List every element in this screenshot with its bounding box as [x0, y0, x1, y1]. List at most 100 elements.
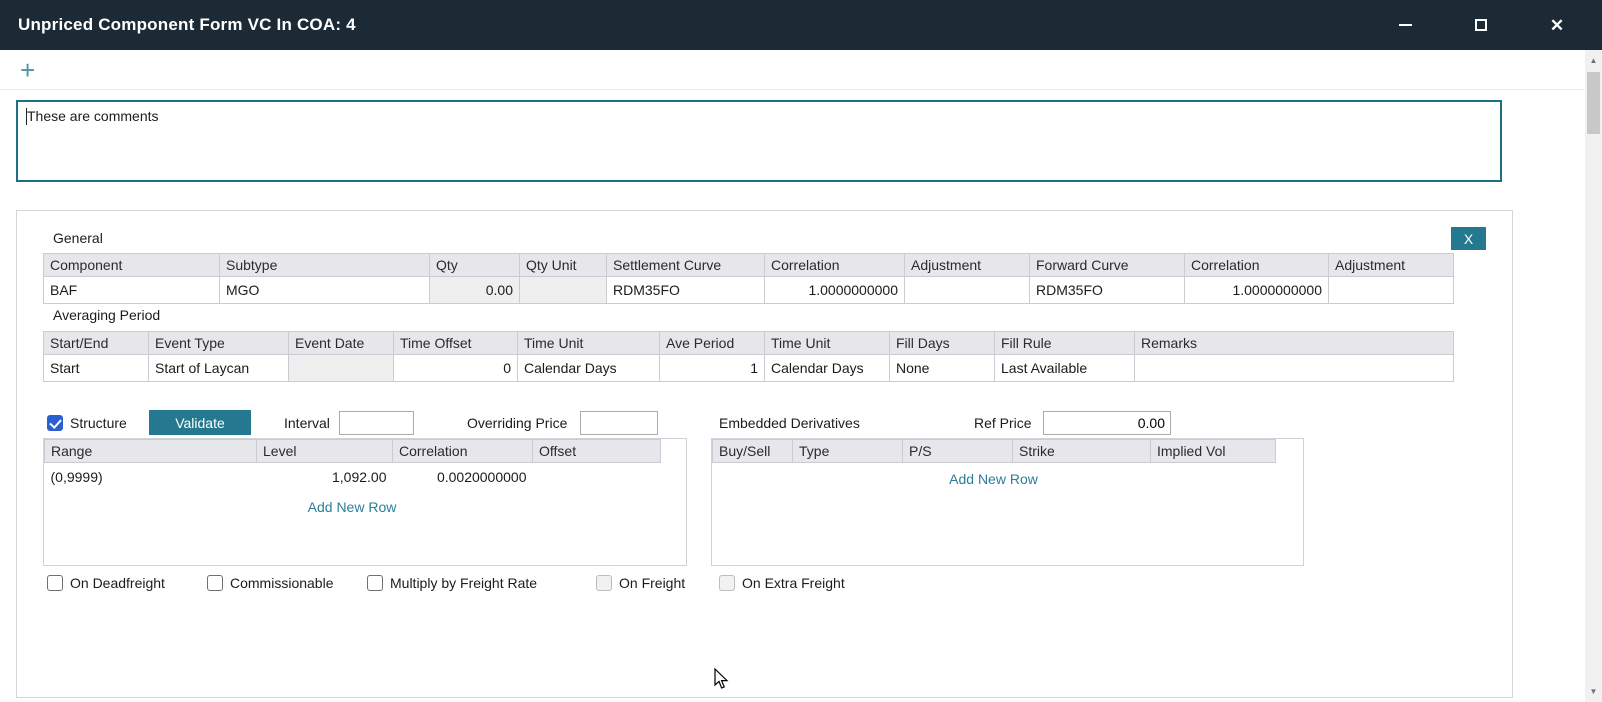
column-header: Correlation	[765, 254, 905, 277]
multiply-by-freight-rate-label: Multiply by Freight Rate	[390, 575, 537, 591]
interval-input[interactable]	[339, 411, 414, 435]
structure-checkbox-group[interactable]: Structure	[47, 411, 127, 435]
on-freight-checkbox	[596, 575, 612, 591]
column-header: P/S	[903, 440, 1013, 463]
derivatives-table-box: Buy/Sell Type P/S Strike Implied Vol Add…	[711, 438, 1304, 566]
overriding-price-label: Overriding Price	[467, 415, 567, 431]
adjustment-cell[interactable]	[905, 277, 1030, 304]
ave-period-cell[interactable]: 1	[660, 355, 765, 382]
column-header: Buy/Sell	[713, 440, 793, 463]
fill-days-cell[interactable]: None	[890, 355, 995, 382]
time-unit-cell[interactable]: Calendar Days	[518, 355, 660, 382]
correlation2-cell[interactable]: 1.0000000000	[1185, 277, 1329, 304]
derivatives-add-new-row-link[interactable]: Add New Row	[712, 471, 1275, 487]
averaging-header-row: Start/End Event Type Event Date Time Off…	[44, 332, 1454, 355]
derivatives-header-row: Buy/Sell Type P/S Strike Implied Vol	[713, 440, 1276, 463]
window-controls: ✕	[1394, 14, 1584, 36]
column-header: Implied Vol	[1151, 440, 1276, 463]
general-table: Component Subtype Qty Qty Unit Settlemen…	[43, 253, 1454, 304]
multiply-by-freight-rate-checkbox[interactable]	[367, 575, 383, 591]
add-icon[interactable]: +	[20, 57, 35, 83]
close-icon: ✕	[1550, 17, 1564, 34]
column-header: Ave Period	[660, 332, 765, 355]
event-date-cell[interactable]	[289, 355, 394, 382]
close-button[interactable]: ✕	[1546, 14, 1568, 36]
comments-textarea[interactable]: These are comments	[18, 102, 1500, 180]
minimize-button[interactable]	[1394, 14, 1416, 36]
averaging-data-row: Start Start of Laycan 0 Calendar Days 1 …	[44, 355, 1454, 382]
fill-rule-cell[interactable]: Last Available	[995, 355, 1135, 382]
structure-checkbox-label: Structure	[70, 415, 127, 431]
time-unit2-cell[interactable]: Calendar Days	[765, 355, 890, 382]
remarks-cell[interactable]	[1135, 355, 1454, 382]
on-extra-freight-label: On Extra Freight	[742, 575, 845, 591]
structure-checkbox[interactable]	[47, 415, 63, 431]
qty-cell[interactable]: 0.00	[430, 277, 520, 304]
time-offset-cell[interactable]: 0	[394, 355, 518, 382]
structure-add-new-row-link[interactable]: Add New Row	[44, 499, 660, 515]
qty-unit-cell[interactable]	[520, 277, 607, 304]
checkbox-on-freight: On Freight	[596, 575, 685, 591]
column-header: Start/End	[44, 332, 149, 355]
remove-component-button[interactable]: X	[1451, 227, 1486, 250]
correlation-cell[interactable]: 1.0000000000	[765, 277, 905, 304]
scroll-up-icon[interactable]: ▲	[1585, 52, 1602, 69]
checkbox-multiply-by-freight-rate[interactable]: Multiply by Freight Rate	[367, 575, 537, 591]
ref-price-input[interactable]	[1043, 411, 1171, 435]
column-header: Fill Rule	[995, 332, 1135, 355]
commissionable-label: Commissionable	[230, 575, 333, 591]
structure-table-box: Range Level Correlation Offset (0,9999) …	[43, 438, 687, 566]
column-header: Settlement Curve	[607, 254, 765, 277]
maximize-button[interactable]	[1470, 14, 1492, 36]
event-type-cell[interactable]: Start of Laycan	[149, 355, 289, 382]
adjustment2-cell[interactable]	[1329, 277, 1454, 304]
column-header: Offset	[533, 440, 661, 463]
forward-curve-cell[interactable]: RDM35FO	[1030, 277, 1185, 304]
structure-data-row: (0,9999) 1,092.00 0.0020000000	[45, 463, 661, 491]
general-section-label: General	[53, 230, 103, 246]
checkbox-commissionable[interactable]: Commissionable	[207, 575, 333, 591]
column-header: Qty	[430, 254, 520, 277]
interval-label: Interval	[284, 415, 330, 431]
on-extra-freight-checkbox	[719, 575, 735, 591]
on-deadfreight-checkbox[interactable]	[47, 575, 63, 591]
offset-cell[interactable]	[533, 463, 661, 491]
structure-table: Range Level Correlation Offset (0,9999) …	[44, 439, 661, 491]
scroll-down-icon[interactable]: ▼	[1585, 683, 1602, 700]
scrollbar-thumb[interactable]	[1587, 72, 1600, 134]
column-header: Remarks	[1135, 332, 1454, 355]
column-header: Event Type	[149, 332, 289, 355]
settlement-curve-cell[interactable]: RDM35FO	[607, 277, 765, 304]
column-header: Correlation	[1185, 254, 1329, 277]
column-header: Time Unit	[518, 332, 660, 355]
derivatives-table: Buy/Sell Type P/S Strike Implied Vol	[712, 439, 1276, 463]
commissionable-checkbox[interactable]	[207, 575, 223, 591]
column-header: Time Unit	[765, 332, 890, 355]
minimize-icon	[1399, 24, 1412, 26]
window-title: Unpriced Component Form VC In COA: 4	[18, 15, 356, 35]
component-cell[interactable]: BAF	[44, 277, 220, 304]
column-header: Forward Curve	[1030, 254, 1185, 277]
embedded-derivatives-label: Embedded Derivatives	[719, 415, 860, 431]
level-cell[interactable]: 1,092.00	[257, 463, 393, 491]
overriding-price-input[interactable]	[580, 411, 658, 435]
checkbox-on-deadfreight[interactable]: On Deadfreight	[47, 575, 165, 591]
column-header: Event Date	[289, 332, 394, 355]
start-end-cell[interactable]: Start	[44, 355, 149, 382]
ref-price-label: Ref Price	[974, 415, 1032, 431]
mouse-cursor-icon	[714, 668, 730, 690]
column-header: Component	[44, 254, 220, 277]
vertical-scrollbar[interactable]: ▲ ▼	[1585, 50, 1602, 702]
on-deadfreight-label: On Deadfreight	[70, 575, 165, 591]
column-header: Correlation	[393, 440, 533, 463]
general-header-row: Component Subtype Qty Qty Unit Settlemen…	[44, 254, 1454, 277]
validate-button[interactable]: Validate	[149, 410, 251, 435]
column-header: Fill Days	[890, 332, 995, 355]
range-cell[interactable]: (0,9999)	[45, 463, 257, 491]
maximize-icon	[1475, 19, 1487, 31]
comments-field-wrapper: These are comments	[16, 100, 1502, 182]
correlation-cell[interactable]: 0.0020000000	[393, 463, 533, 491]
subtype-cell[interactable]: MGO	[220, 277, 430, 304]
titlebar: Unpriced Component Form VC In COA: 4 ✕	[0, 0, 1602, 50]
structure-header-row: Range Level Correlation Offset	[45, 440, 661, 463]
